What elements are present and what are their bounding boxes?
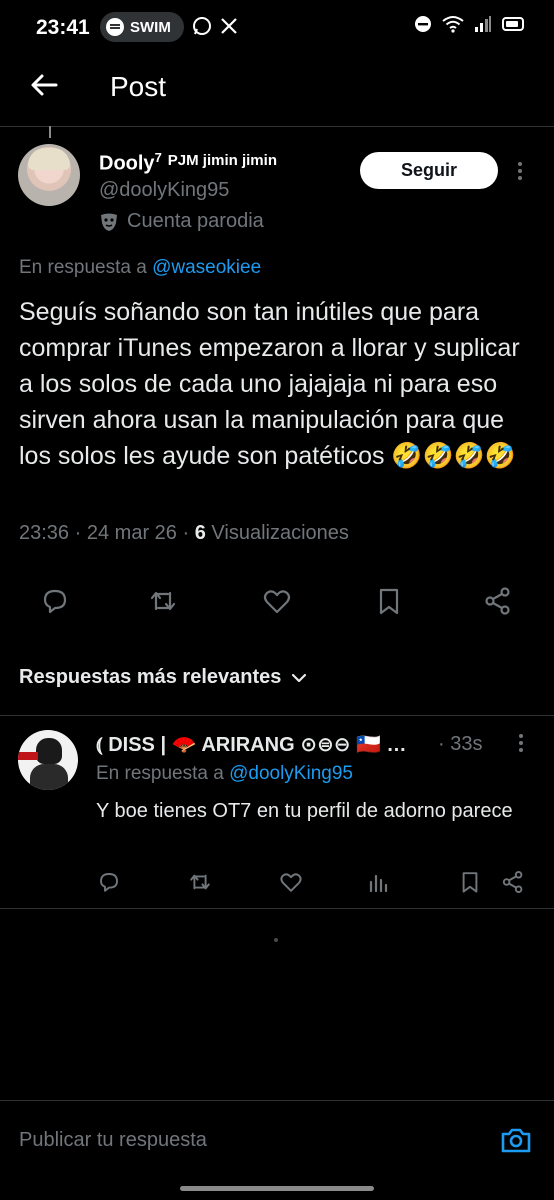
- reply-icon[interactable]: [40, 586, 70, 616]
- reply-text: Y boe tienes OT7 en tu perfil de adorno …: [96, 800, 513, 822]
- bookmark-icon[interactable]: [374, 586, 404, 616]
- reply-item[interactable]: ⦅ DISS | 🪭 ARIRANG ⊙⊜⊖ 🇨🇱 … · 33s En res…: [0, 716, 554, 908]
- battery-icon: [502, 17, 524, 31]
- status-bar: 23:41 SWIM: [0, 0, 554, 56]
- wifi-icon: [442, 16, 464, 33]
- music-pill[interactable]: SWIM: [100, 12, 184, 42]
- reply-input[interactable]: [19, 1123, 459, 1157]
- top-header: Post: [0, 56, 554, 118]
- post-time: 23:36: [19, 522, 70, 544]
- camera-icon[interactable]: [500, 1125, 532, 1155]
- repost-icon[interactable]: [188, 870, 212, 894]
- author-handle[interactable]: @doolyKing95: [99, 179, 229, 202]
- dnd-icon: [415, 16, 431, 32]
- share-icon[interactable]: [501, 870, 525, 894]
- share-icon[interactable]: [483, 586, 513, 616]
- notification-icons: [192, 16, 238, 36]
- music-label: SWIM: [130, 18, 171, 36]
- like-icon[interactable]: [262, 586, 292, 616]
- mask-icon: [101, 213, 117, 231]
- more-options-icon[interactable]: [519, 734, 525, 754]
- author-name[interactable]: Dooly7 PJM jimin jimin: [99, 150, 277, 176]
- post-text: Seguís soñando son tan inútiles que para…: [19, 298, 520, 470]
- post-actions: [0, 586, 554, 622]
- author-display-name: Dooly: [99, 152, 155, 175]
- status-time: 23:41: [36, 16, 90, 39]
- post-meta: 23:36 · 24 mar 26 · 6 Visualizaciones: [19, 522, 349, 545]
- spotify-icon: [106, 18, 124, 36]
- whatsapp-icon: [193, 17, 211, 35]
- author-superscript: 7: [154, 150, 162, 165]
- reply-context: En respuesta a @waseokiee: [19, 257, 261, 279]
- views-label[interactable]: Visualizaciones: [211, 522, 349, 544]
- sort-label: Respuestas más relevantes: [19, 666, 282, 688]
- header-divider: [0, 126, 554, 127]
- arrow-left-icon[interactable]: [28, 68, 62, 102]
- thread-line: [49, 126, 51, 138]
- loading-indicator: [274, 938, 278, 942]
- reply-time: · 33s: [438, 733, 483, 755]
- replies-sort-dropdown[interactable]: Respuestas más relevantes: [19, 666, 307, 689]
- reply-icon[interactable]: [97, 870, 121, 894]
- bookmark-icon[interactable]: [458, 870, 482, 894]
- reply-prefix: En respuesta a: [19, 257, 147, 278]
- parody-label: Cuenta parodia: [99, 210, 264, 233]
- views-count[interactable]: 6: [195, 522, 206, 544]
- reply-divider: [0, 908, 554, 909]
- system-icons: [414, 15, 524, 33]
- gesture-bar: [180, 1186, 374, 1191]
- like-icon[interactable]: [279, 870, 303, 894]
- page-title: Post: [110, 71, 167, 102]
- signal-icon: [475, 16, 491, 32]
- author-name-suffix: PJM jimin jimin: [167, 151, 277, 169]
- chevron-down-icon: [292, 673, 307, 682]
- x-icon: [221, 18, 237, 34]
- post-author: Dooly7 PJM jimin jimin @doolyKing95 Cuent…: [18, 142, 538, 242]
- reply-context: En respuesta a @doolyKing95: [96, 763, 353, 785]
- follow-button[interactable]: Seguir: [360, 152, 498, 189]
- post-date: 24 mar 26: [86, 522, 177, 544]
- views-icon[interactable]: [367, 870, 391, 894]
- reply-composer: [0, 1100, 554, 1180]
- meta-separator: ·: [74, 522, 82, 544]
- reply-handle-link[interactable]: @waseokiee: [152, 257, 261, 278]
- avatar[interactable]: [18, 144, 80, 206]
- reply-author-name[interactable]: ⦅ DISS | 🪭 ARIRANG ⊙⊜⊖ 🇨🇱 …: [96, 732, 407, 757]
- avatar[interactable]: [18, 730, 78, 790]
- meta-separator: ·: [182, 522, 190, 544]
- reply-prefix: En respuesta a: [96, 763, 224, 784]
- parody-text: Cuenta parodia: [127, 210, 264, 232]
- reply-handle-link[interactable]: @doolyKing95: [229, 763, 353, 784]
- repost-icon[interactable]: [148, 586, 178, 616]
- more-options-icon[interactable]: [518, 162, 524, 182]
